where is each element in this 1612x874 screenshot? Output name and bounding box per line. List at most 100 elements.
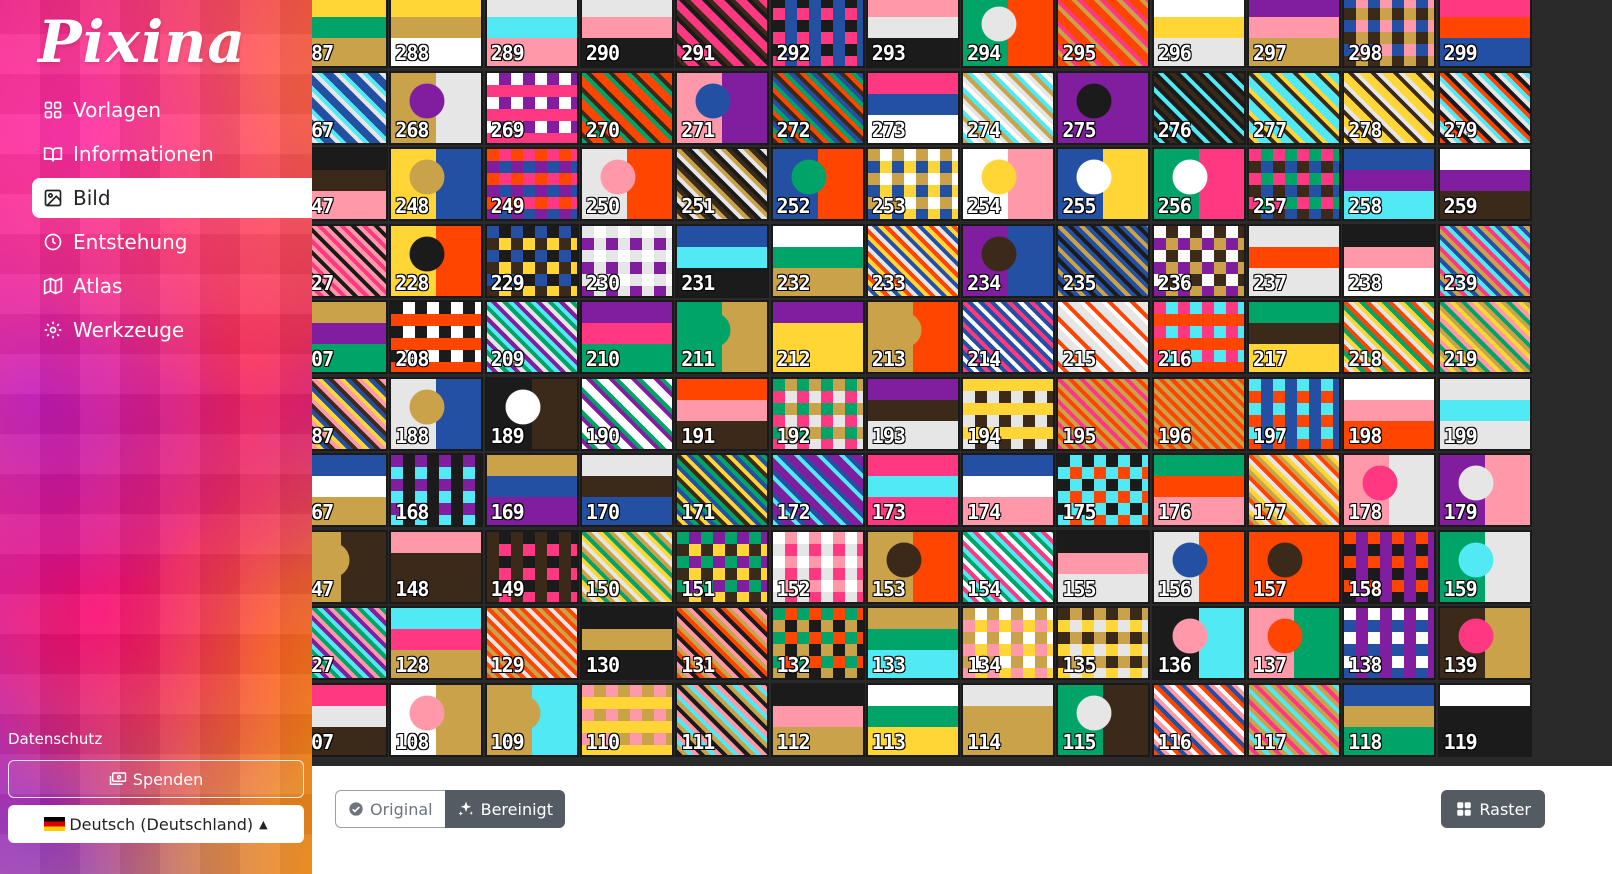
canvas-tile[interactable]: 175 <box>1056 453 1151 527</box>
canvas-tile[interactable]: 196 <box>1151 376 1246 451</box>
canvas-tile[interactable]: 155 <box>1056 529 1151 604</box>
canvas-tile[interactable]: 199 <box>1437 376 1532 451</box>
canvas-tile[interactable]: 275 <box>1056 70 1151 145</box>
canvas-tile[interactable]: 251 <box>675 147 770 221</box>
canvas-tile[interactable]: 167 <box>312 453 388 527</box>
sidebar-item-atlas[interactable]: Atlas <box>32 266 320 306</box>
canvas-tile[interactable]: 277 <box>1247 70 1341 145</box>
canvas-tile[interactable]: 177 <box>1247 453 1341 527</box>
canvas-tile[interactable]: 113 <box>865 682 960 757</box>
canvas-tile[interactable]: 298 <box>1342 0 1437 68</box>
canvas-tile[interactable]: 274 <box>961 70 1056 145</box>
sidebar-item-werkzeuge[interactable]: Werkzeuge <box>32 310 320 350</box>
canvas-tile[interactable]: 136 <box>1151 606 1246 680</box>
canvas-tile[interactable]: 157 <box>1247 529 1341 604</box>
canvas-tile[interactable]: 172 <box>770 453 865 527</box>
canvas-tile[interactable]: 295 <box>1056 0 1151 68</box>
canvas-tile[interactable]: 190 <box>579 376 674 451</box>
canvas-tile[interactable]: 137 <box>1247 606 1341 680</box>
canvas-tile[interactable]: 208 <box>389 300 484 374</box>
canvas-tile[interactable]: 239 <box>1437 223 1532 298</box>
canvas-tile[interactable]: 232 <box>770 223 865 298</box>
canvas-tile[interactable]: 289 <box>484 0 579 68</box>
canvas-tile[interactable]: 159 <box>1437 529 1532 604</box>
canvas-tile[interactable]: 154 <box>961 529 1056 604</box>
canvas-tile[interactable]: 179 <box>1437 453 1532 527</box>
canvas-tile[interactable]: 168 <box>389 453 484 527</box>
canvas-tile[interactable]: 276 <box>1151 70 1246 145</box>
canvas-tile[interactable]: 229 <box>484 223 579 298</box>
canvas-tile[interactable]: 299 <box>1437 0 1532 68</box>
canvas-tile[interactable]: 139 <box>1437 606 1532 680</box>
canvas-tile[interactable]: 207 <box>312 300 388 374</box>
canvas-tile[interactable]: 133 <box>865 606 960 680</box>
canvas-tile[interactable]: 231 <box>675 223 770 298</box>
canvas-tile[interactable]: 235 <box>1056 223 1151 298</box>
canvas-tile[interactable]: 216 <box>1151 300 1246 374</box>
canvas-tile[interactable]: 198 <box>1342 376 1437 451</box>
canvas-tile[interactable]: 278 <box>1342 70 1437 145</box>
canvas-tile[interactable]: 134 <box>961 606 1056 680</box>
canvas-tile[interactable]: 171 <box>675 453 770 527</box>
canvas-tile[interactable]: 249 <box>484 147 579 221</box>
canvas-tile[interactable]: 131 <box>675 606 770 680</box>
canvas-tile[interactable]: 118 <box>1342 682 1437 757</box>
canvas-tile[interactable]: 188 <box>389 376 484 451</box>
canvas-tile[interactable]: 292 <box>770 0 865 68</box>
canvas-tile[interactable]: 115 <box>1056 682 1151 757</box>
canvas-tile[interactable]: 237 <box>1247 223 1341 298</box>
canvas-tile[interactable]: 193 <box>865 376 960 451</box>
app-logo[interactable]: Pixina <box>38 8 246 76</box>
canvas-tile[interactable]: 127 <box>312 606 388 680</box>
canvas-tile[interactable]: 135 <box>1056 606 1151 680</box>
canvas-tile[interactable]: 107 <box>312 682 388 757</box>
canvas-tile[interactable]: 269 <box>484 70 579 145</box>
canvas-tile[interactable]: 110 <box>579 682 674 757</box>
canvas-tile[interactable]: 293 <box>865 0 960 68</box>
canvas-tile[interactable]: 215 <box>1056 300 1151 374</box>
canvas-tile[interactable]: 138 <box>1342 606 1437 680</box>
canvas-tile[interactable]: 294 <box>961 0 1056 68</box>
language-select[interactable]: Deutsch (Deutschland) ▲ <box>8 805 304 843</box>
canvas-tile[interactable]: 213 <box>865 300 960 374</box>
sidebar-item-informationen[interactable]: Informationen <box>32 134 320 174</box>
canvas-tile[interactable]: 233 <box>865 223 960 298</box>
sidebar-item-bild[interactable]: Bild <box>32 178 320 218</box>
canvas-tile[interactable]: 108 <box>389 682 484 757</box>
canvas-tile[interactable]: 156 <box>1151 529 1246 604</box>
canvas-tile[interactable]: 148 <box>389 529 484 604</box>
canvas-tile[interactable]: 132 <box>770 606 865 680</box>
canvas-tile[interactable]: 191 <box>675 376 770 451</box>
privacy-link[interactable]: Datenschutz <box>8 730 102 748</box>
canvas-tile[interactable]: 228 <box>389 223 484 298</box>
canvas-tile[interactable]: 268 <box>389 70 484 145</box>
sidebar-item-vorlagen[interactable]: Vorlagen <box>32 90 320 130</box>
canvas-tile[interactable]: 189 <box>484 376 579 451</box>
original-button[interactable]: Original <box>335 790 445 828</box>
canvas-tile[interactable]: 291 <box>675 0 770 68</box>
sidebar-item-entstehung[interactable]: Entstehung <box>32 222 320 262</box>
canvas-tile[interactable]: 211 <box>675 300 770 374</box>
canvas-tile[interactable]: 119 <box>1437 682 1532 757</box>
canvas-tile[interactable]: 236 <box>1151 223 1246 298</box>
canvas-tile[interactable]: 194 <box>961 376 1056 451</box>
canvas-tile[interactable]: 255 <box>1056 147 1151 221</box>
canvas-tile[interactable]: 151 <box>675 529 770 604</box>
canvas-tile[interactable]: 272 <box>770 70 865 145</box>
canvas-tile[interactable]: 158 <box>1342 529 1437 604</box>
canvas-tile[interactable]: 248 <box>389 147 484 221</box>
canvas-tile[interactable]: 270 <box>579 70 674 145</box>
canvas-tile[interactable]: 219 <box>1437 300 1532 374</box>
canvas-tile[interactable]: 238 <box>1342 223 1437 298</box>
canvas-tile[interactable]: 247 <box>312 147 388 221</box>
canvas-tile[interactable]: 259 <box>1437 147 1532 221</box>
canvas-tile[interactable]: 296 <box>1151 0 1246 68</box>
canvas-tile[interactable]: 218 <box>1342 300 1437 374</box>
canvas-tile[interactable]: 217 <box>1247 300 1341 374</box>
canvas-tile[interactable]: 149 <box>484 529 579 604</box>
canvas-tile[interactable]: 230 <box>579 223 674 298</box>
canvas-tile[interactable]: 173 <box>865 453 960 527</box>
canvas-tile[interactable]: 253 <box>865 147 960 221</box>
canvas-tile[interactable]: 209 <box>484 300 579 374</box>
canvas-tile[interactable]: 214 <box>961 300 1056 374</box>
